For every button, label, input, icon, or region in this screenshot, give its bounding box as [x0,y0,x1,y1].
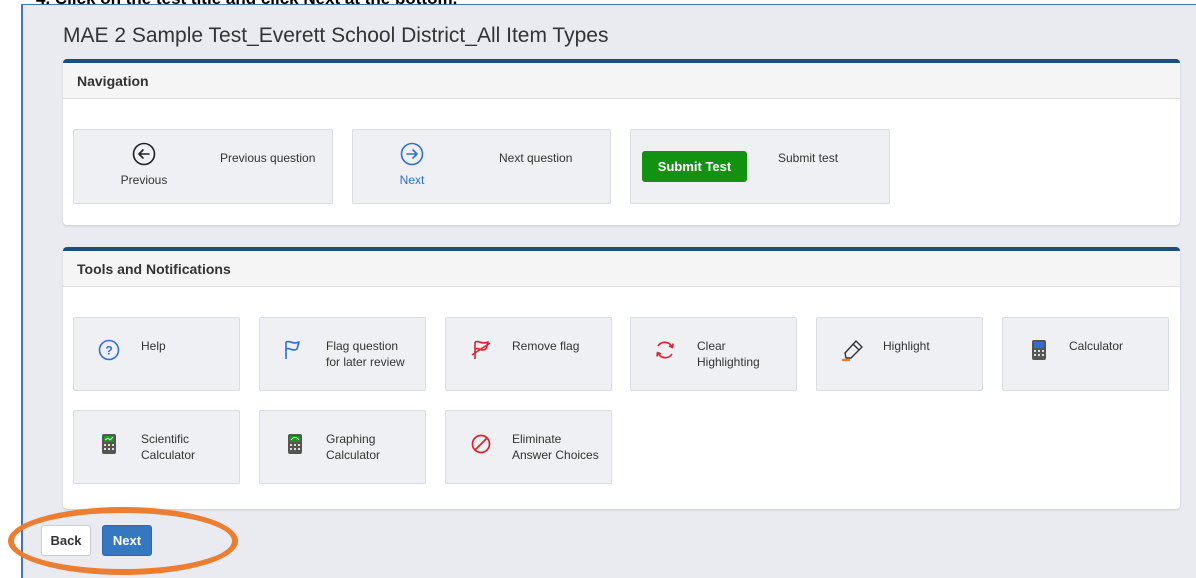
tool-eliminate-answer-choices[interactable]: Eliminate Answer Choices [445,410,612,484]
tool-clear-highlighting[interactable]: Clear Highlighting [630,317,797,391]
tool-graphing-calculator[interactable]: Graphing Calculator [259,410,426,484]
svg-text:?: ? [105,344,112,358]
tools-panel: Tools and Notifications ? Help Flag ques… [63,247,1180,509]
submit-test-tile[interactable]: Submit Test Submit test [630,129,890,204]
navigation-panel-heading: Navigation [63,63,1180,99]
back-button[interactable]: Back [41,525,91,556]
tool-highlight[interactable]: Highlight [816,317,983,391]
tools-panel-heading: Tools and Notifications [63,251,1180,287]
tool-label: Eliminate [512,432,562,446]
tool-label: Help [141,339,166,353]
tool-label: Graphing [326,432,376,446]
tool-label: Scientific [141,432,190,446]
next-arrow-icon [400,142,424,166]
previous-caption: Previous [120,173,168,187]
eliminate-icon [471,434,491,454]
page: 4. Click on the test title and click Nex… [0,0,1196,578]
flag-icon [285,340,300,359]
submit-test-button[interactable]: Submit Test [642,151,747,182]
highlighter-icon [841,340,863,362]
tool-remove-flag[interactable]: Remove flag [445,317,612,391]
remove-flag-icon [471,340,491,359]
tool-label: Calculator [1069,339,1124,353]
tool-scientific-calculator[interactable]: Scientific Calculator [73,410,240,484]
clear-highlighting-icon [656,341,674,359]
tool-label: Highlight [883,339,930,353]
previous-description: Previous question [220,151,316,165]
tool-label: Highlighting [697,355,760,369]
tool-label: for later review [326,355,405,369]
tool-label: Calculator [326,448,381,462]
tool-label: Calculator [141,448,196,462]
tool-label: Clear [697,339,726,353]
submit-description: Submit test [778,151,839,165]
tool-calculator[interactable]: Calculator [1002,317,1169,391]
next-description: Next question [499,151,573,165]
previous-question-tile[interactable]: Previous Previous question [73,129,333,204]
next-caption: Next [399,173,425,187]
navigation-panel: Navigation Previous Previous question Ne… [63,59,1180,225]
tool-label: Answer Choices [512,448,599,462]
next-question-tile[interactable]: Next Next question [352,129,611,204]
previous-arrow-icon [132,142,156,166]
scientific-calculator-icon [102,434,116,454]
calculator-icon [1032,340,1046,360]
screenshot-frame: MAE 2 Sample Test_Everett School Distric… [21,4,1196,578]
tool-flag-question[interactable]: Flag question for later review [259,317,426,391]
tool-help[interactable]: ? Help [73,317,240,391]
tool-label: Flag question [326,339,399,353]
tool-label: Remove flag [512,339,580,353]
graphing-calculator-icon [288,434,302,454]
test-title[interactable]: MAE 2 Sample Test_Everett School Distric… [63,24,608,48]
next-button[interactable]: Next [102,525,152,556]
help-icon: ? [98,339,120,361]
